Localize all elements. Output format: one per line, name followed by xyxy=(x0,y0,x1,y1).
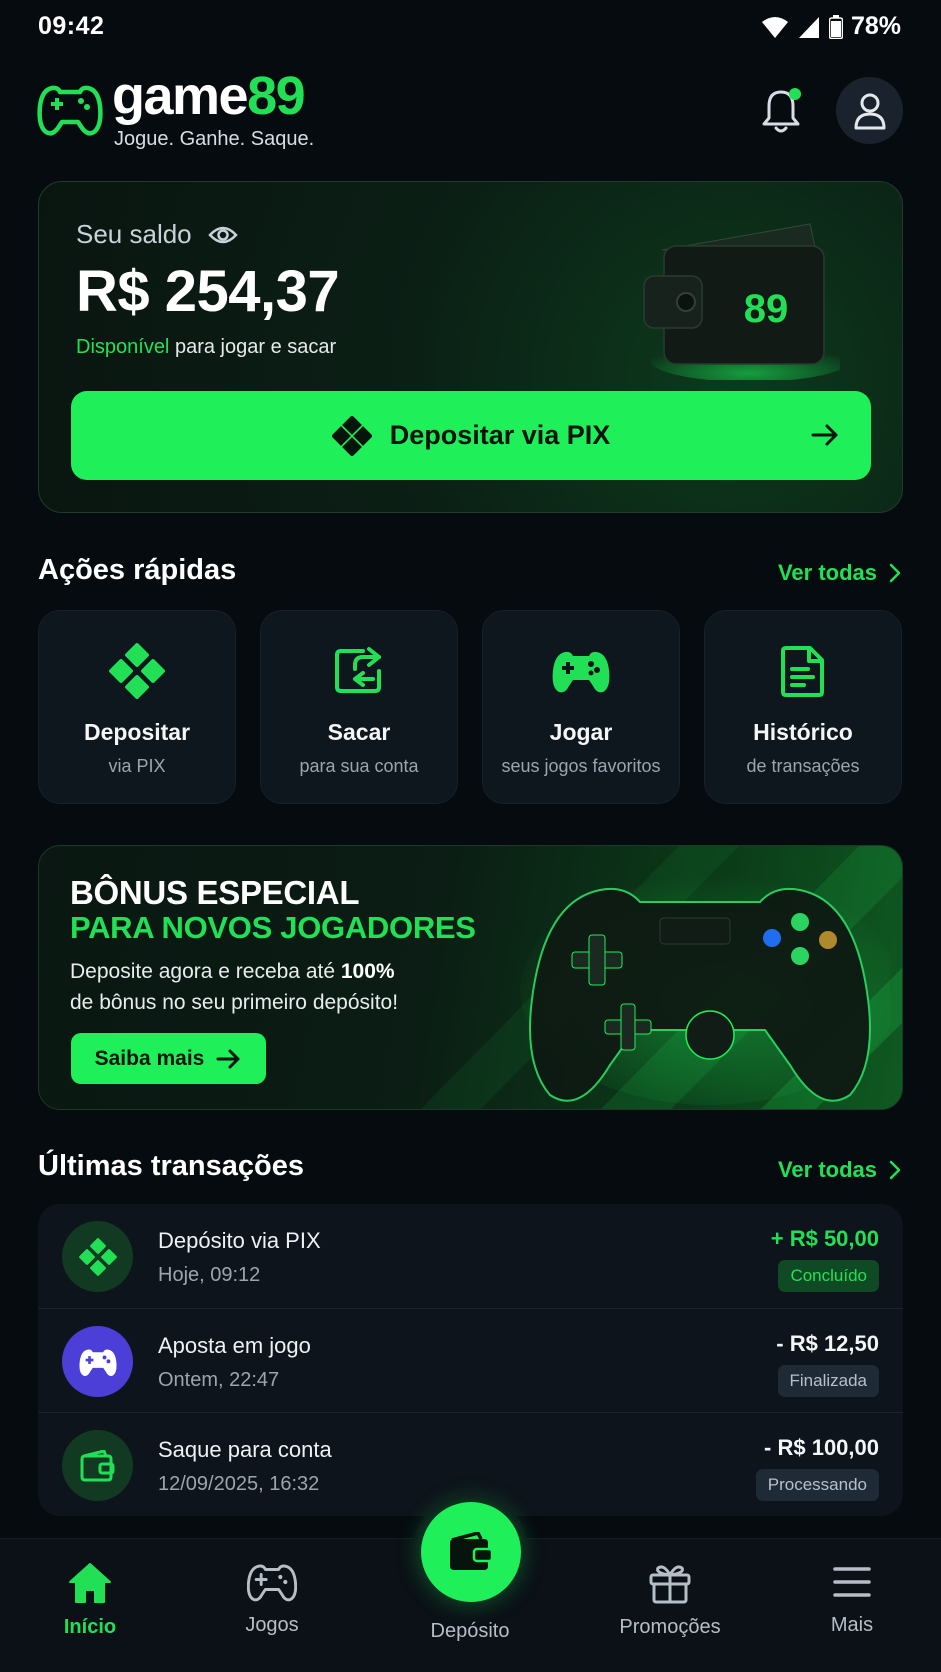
nav-more[interactable]: Mais xyxy=(782,1562,922,1637)
quick-action-subtitle: de transações xyxy=(746,756,860,776)
status-icons: 78% xyxy=(761,12,901,41)
transaction-title: Depósito via PIX xyxy=(158,1228,321,1253)
gamepad-icon xyxy=(247,1564,297,1602)
status-badge: Concluído xyxy=(778,1260,879,1292)
battery-level: 78% xyxy=(850,12,901,40)
chevron-right-icon xyxy=(889,1160,901,1180)
bonus-desc-part1: Deposite agora e receba até xyxy=(70,960,341,983)
signal-icon xyxy=(798,16,819,38)
nav-home[interactable]: Início xyxy=(20,1562,160,1639)
transactions-title: Últimas transações xyxy=(38,1150,304,1182)
balance-value: R$ 254,37 xyxy=(76,259,340,324)
status-badge: Finalizada xyxy=(777,1365,879,1397)
bonus-learn-more-button[interactable]: Saiba mais xyxy=(71,1033,266,1084)
transaction-title: Aposta em jogo xyxy=(158,1333,311,1358)
chevron-right-icon xyxy=(889,563,901,583)
brand-number: 89 xyxy=(247,66,306,126)
nav-deposit-fab[interactable] xyxy=(421,1502,521,1602)
wallet-icon xyxy=(80,1449,114,1481)
transactions-see-all[interactable]: Ver todas xyxy=(778,1157,901,1183)
nav-promotions[interactable]: Promoções xyxy=(600,1562,740,1639)
see-all-label: Ver todas xyxy=(777,560,877,585)
gamepad-logo-icon xyxy=(37,85,103,136)
gamepad-icon xyxy=(552,651,610,693)
transaction-row[interactable]: Depósito via PIX Hoje, 09:12 + R$ 50,00 … xyxy=(38,1204,903,1308)
quick-action-deposit[interactable]: Depositar via PIX xyxy=(38,610,236,804)
quick-action-title: Histórico xyxy=(753,719,853,745)
notification-dot xyxy=(789,88,801,100)
wifi-icon xyxy=(761,16,788,38)
quick-action-subtitle: via PIX xyxy=(108,756,166,776)
quick-action-history[interactable]: Histórico de transações xyxy=(704,610,902,804)
brand-logo: game89 xyxy=(112,64,306,128)
deposit-pix-label: Depositar via PIX xyxy=(389,420,611,450)
transaction-icon xyxy=(62,1430,133,1501)
nav-label: Mais xyxy=(830,1614,874,1636)
balance-label-row: Seu saldo xyxy=(76,219,238,250)
deposit-pix-button[interactable]: Depositar via PIX xyxy=(71,391,871,480)
game-controller-illustration xyxy=(520,875,890,1105)
wallet-badge-text: 89 xyxy=(744,287,789,331)
bonus-description: Deposite agora e receba até 100% de bônu… xyxy=(70,956,470,1018)
transactions-list: Depósito via PIX Hoje, 09:12 + R$ 50,00 … xyxy=(38,1204,903,1516)
pix-icon xyxy=(109,643,165,699)
document-icon xyxy=(781,646,824,697)
transaction-icon xyxy=(62,1221,133,1292)
withdraw-icon xyxy=(335,647,381,693)
transaction-amount: - R$ 100,00 xyxy=(764,1435,879,1460)
nav-label: Início xyxy=(63,1616,117,1638)
tagline: Jogue. Ganhe. Saque. xyxy=(114,128,315,150)
eye-icon[interactable] xyxy=(207,224,238,246)
bonus-title: BÔNUS ESPECIAL xyxy=(70,874,360,911)
transaction-date: Ontem, 22:47 xyxy=(158,1369,280,1391)
bonus-button-label: Saiba mais xyxy=(94,1046,205,1070)
arrow-right-icon xyxy=(216,1049,240,1068)
balance-label: Seu saldo xyxy=(76,219,192,249)
arrow-right-icon xyxy=(811,424,838,446)
user-icon xyxy=(854,93,885,129)
see-all-label: Ver todas xyxy=(777,1157,877,1182)
transaction-title: Saque para conta xyxy=(158,1437,332,1462)
quick-actions-see-all[interactable]: Ver todas xyxy=(778,560,901,586)
quick-action-title: Depositar xyxy=(83,719,191,745)
profile-button[interactable] xyxy=(836,77,903,144)
balance-sub-rest: para jogar e sacar xyxy=(169,336,337,358)
nav-label: Promoções xyxy=(619,1616,721,1638)
quick-action-play[interactable]: Jogar seus jogos favoritos xyxy=(482,610,680,804)
menu-icon xyxy=(833,1567,871,1597)
balance-subtext: Disponível para jogar e sacar xyxy=(76,336,336,359)
transaction-amount: + R$ 50,00 xyxy=(770,1226,879,1251)
pix-icon xyxy=(78,1237,117,1276)
quick-action-title: Sacar xyxy=(327,719,391,745)
quick-action-subtitle: para sua conta xyxy=(299,756,419,776)
balance-available: Disponível xyxy=(76,336,170,358)
bonus-subtitle: PARA NOVOS JOGADORES xyxy=(70,910,476,945)
status-time: 09:42 xyxy=(38,12,105,40)
transaction-icon xyxy=(62,1326,133,1397)
transaction-date: 12/09/2025, 16:32 xyxy=(158,1473,320,1495)
transaction-date: Hoje, 09:12 xyxy=(158,1264,261,1286)
wallet-illustration: 89 xyxy=(643,223,840,380)
battery-icon xyxy=(828,14,843,39)
transaction-amount: - R$ 12,50 xyxy=(776,1331,879,1356)
quick-actions-title: Ações rápidas xyxy=(38,554,237,586)
transaction-row[interactable]: Aposta em jogo Ontem, 22:47 - R$ 12,50 F… xyxy=(38,1308,903,1412)
wallet-icon xyxy=(450,1532,494,1570)
nav-deposit-label: Depósito xyxy=(430,1620,510,1642)
gift-icon xyxy=(649,1565,691,1604)
brand-word: game xyxy=(112,66,249,126)
gamepad-icon xyxy=(78,1349,117,1376)
pix-icon xyxy=(331,415,372,456)
quick-action-withdraw[interactable]: Sacar para sua conta xyxy=(260,610,458,804)
quick-action-subtitle: seus jogos favoritos xyxy=(501,756,661,776)
home-icon xyxy=(69,1563,111,1603)
bonus-desc-part2: de bônus no seu primeiro depósito! xyxy=(70,991,399,1014)
quick-action-title: Jogar xyxy=(549,719,613,745)
nav-games[interactable]: Jogos xyxy=(202,1562,342,1637)
bonus-desc-bold: 100% xyxy=(340,960,395,983)
nav-label: Jogos xyxy=(245,1614,299,1636)
status-badge: Processando xyxy=(755,1469,879,1501)
